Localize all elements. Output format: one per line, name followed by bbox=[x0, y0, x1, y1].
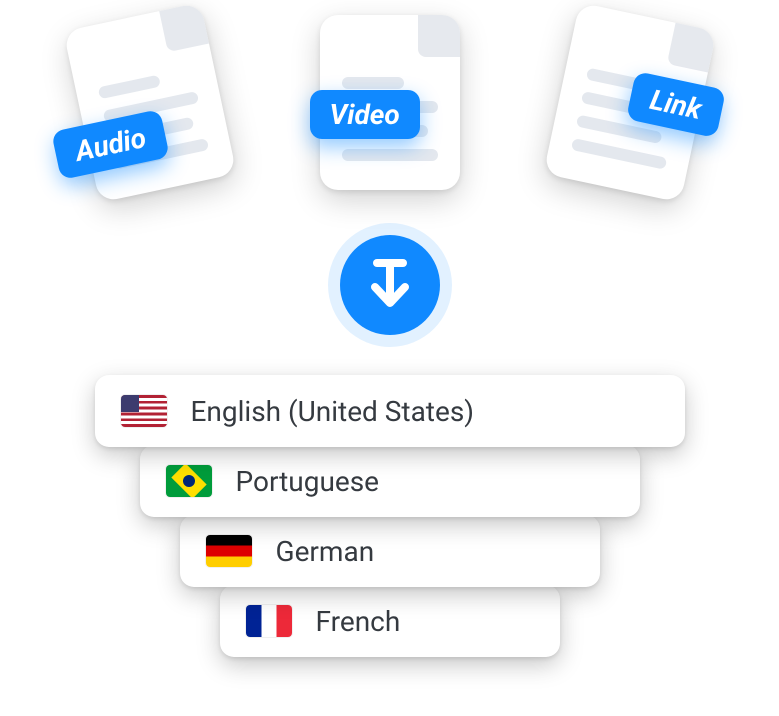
flag-de-icon bbox=[206, 535, 252, 567]
language-list: English (United States) Portuguese Germa… bbox=[0, 375, 779, 657]
language-item-english[interactable]: English (United States) bbox=[95, 375, 685, 447]
language-item-german[interactable]: German bbox=[180, 515, 600, 587]
flag-br-icon bbox=[166, 465, 212, 497]
video-badge: Video bbox=[310, 90, 420, 139]
video-document: Video bbox=[280, 10, 500, 210]
language-item-portuguese[interactable]: Portuguese bbox=[140, 445, 640, 517]
language-label: German bbox=[276, 535, 375, 568]
download-arrow bbox=[0, 235, 779, 335]
language-label: English (United States) bbox=[191, 395, 475, 428]
flag-fr-icon bbox=[246, 605, 292, 637]
language-label: Portuguese bbox=[236, 465, 380, 498]
link-document: Link bbox=[520, 10, 740, 210]
audio-document: Audio bbox=[40, 10, 260, 210]
input-documents-row: Audio Video Link bbox=[0, 0, 779, 210]
language-label: French bbox=[316, 605, 401, 638]
flag-us-icon bbox=[121, 395, 167, 427]
download-arrow-icon bbox=[340, 235, 440, 335]
language-item-french[interactable]: French bbox=[220, 585, 560, 657]
